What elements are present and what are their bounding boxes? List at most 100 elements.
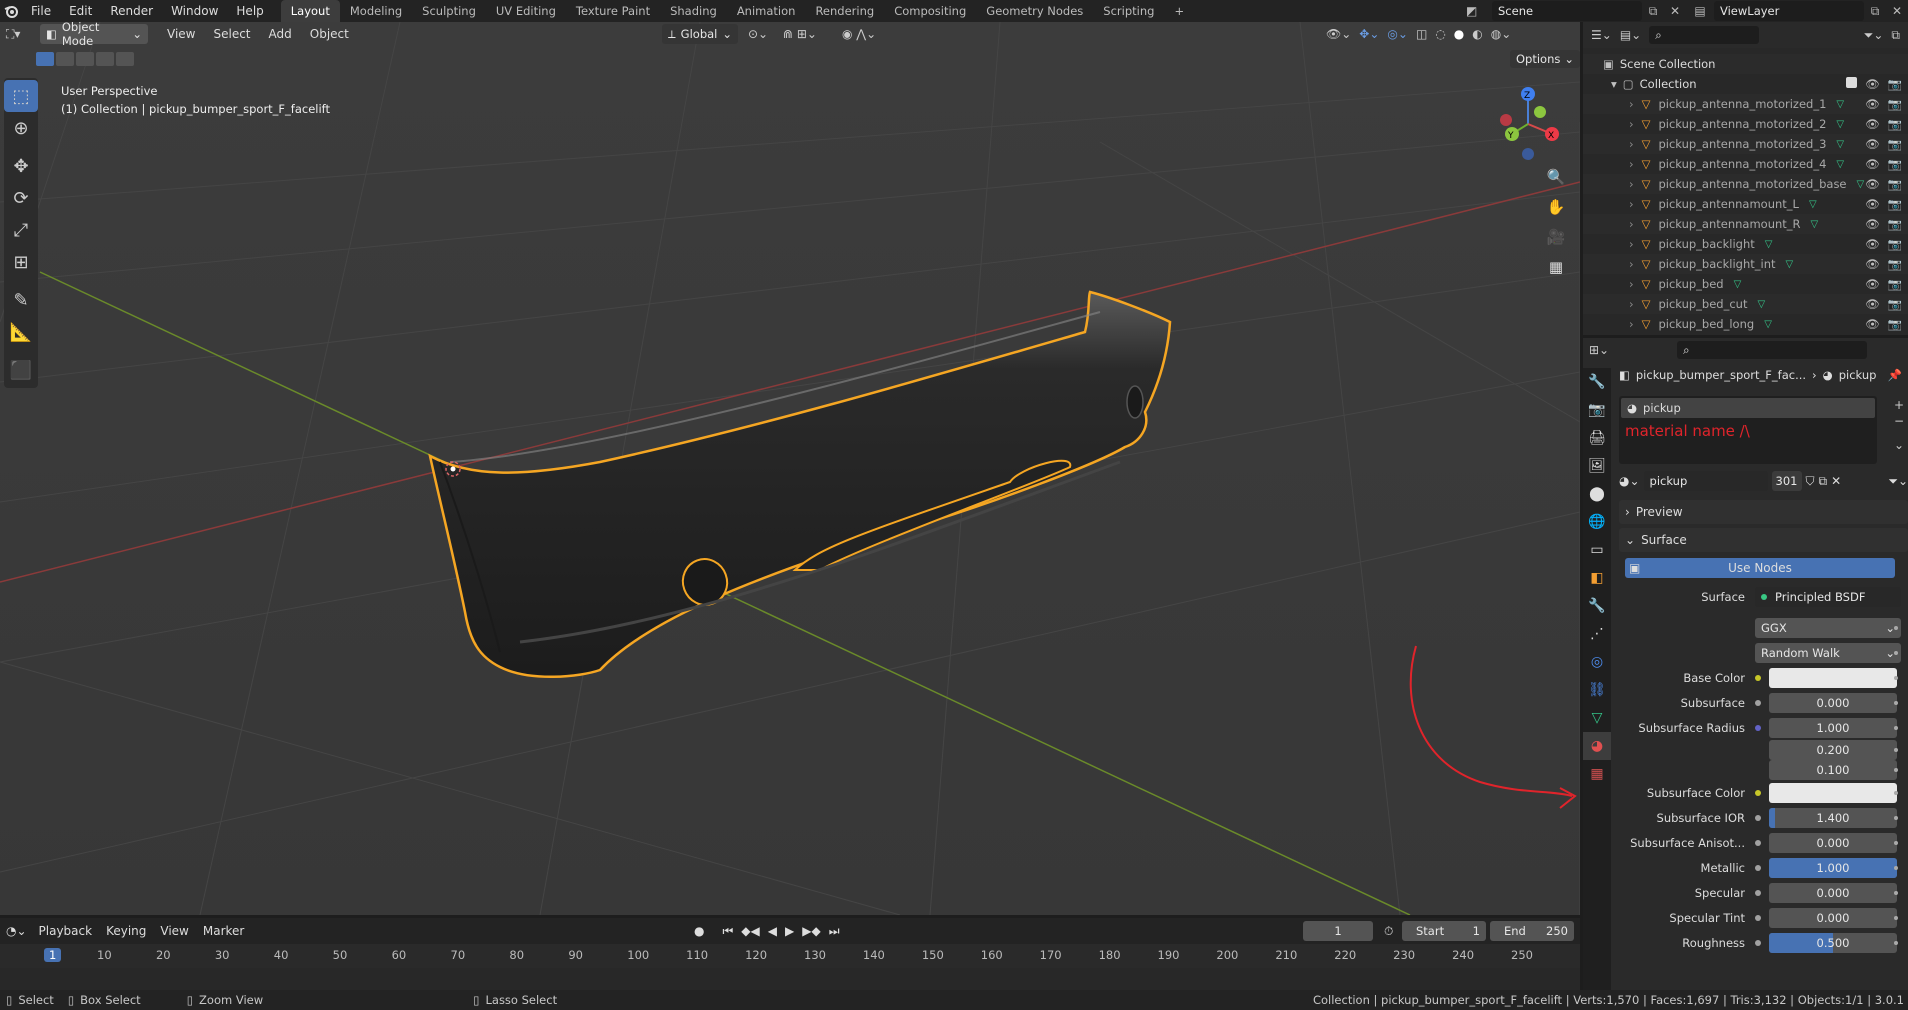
keyframe-dot-icon[interactable] [1894,915,1898,920]
keyframe-dot-icon[interactable] [1894,940,1898,945]
timeline-editor-icon[interactable]: ◔⌄ [6,924,27,938]
duplicate-icon[interactable]: ⧉ [1819,474,1828,489]
camera-icon[interactable]: 📷 [1888,297,1902,311]
expand-arrow-icon[interactable]: › [1629,237,1634,251]
camera-icon[interactable]: 📷 [1888,117,1902,131]
keyframe-dot-icon[interactable] [1894,625,1898,630]
scene-field[interactable]: Scene [1492,1,1642,21]
eye-icon[interactable]: 👁 [1865,177,1880,191]
outliner-item[interactable]: › ▽ pickup_antenna_motorized_4 ▽ 👁 📷 [1583,154,1908,174]
eye-icon[interactable]: 👁 [1865,297,1880,311]
color-swatch[interactable] [1769,782,1897,803]
surface-panel-header[interactable]: ⌄ Surface [1619,528,1908,552]
new-collection-icon[interactable]: ⧉ [1891,28,1900,43]
outliner-item[interactable]: › ▽ pickup_antennamount_L ▽ 👁 📷 [1583,194,1908,214]
expand-arrow-icon[interactable]: › [1629,177,1634,191]
proportional-edit-icon[interactable]: ◉ ⋀⌄ [842,27,876,41]
display-mode-icon[interactable]: ▤⌄ [1620,28,1641,42]
transform-orientation-dropdown[interactable]: ⟂ Global ⌄ [662,24,738,44]
camera-icon[interactable]: 📷 [1888,197,1902,211]
end-frame-field[interactable]: End 250 [1490,921,1574,941]
keyframe-dot-icon[interactable] [1894,768,1898,772]
scene-tab-icon[interactable]: ⬤ [1583,480,1611,508]
preview-panel-header[interactable]: › Preview [1619,500,1908,524]
menu-file[interactable]: File [22,0,60,22]
select-extend-icon[interactable] [56,52,74,66]
number-field[interactable]: 0.000 [1769,882,1897,903]
frame-ruler[interactable]: 1 10 20 30 40 50 60 70 80 90 100 110 120 130 140 150 160… [0,944,1580,968]
keyframe-dot-icon[interactable] [1894,700,1898,705]
world-tab-icon[interactable]: 🌐 [1583,508,1611,536]
node-link-icon[interactable]: ⏷⌄ [1888,474,1908,489]
add-workspace-icon[interactable]: + [1164,0,1194,22]
blender-logo-icon[interactable] [0,0,22,22]
timeline-menu-playback[interactable]: Playback [33,920,99,942]
cursor-tool-icon[interactable]: ⊕ [4,112,38,144]
use-nodes-button[interactable]: ▣ Use Nodes [1625,558,1895,578]
object-tab-icon[interactable]: ◧ [1583,564,1611,592]
eye-icon[interactable]: 👁 [1865,137,1880,151]
workspace-tab-scripting[interactable]: Scripting [1093,0,1164,22]
close-icon[interactable]: ✕ [1664,4,1686,18]
gizmo-icon[interactable]: ✥⌄ [1359,27,1379,41]
eye-icon[interactable]: 👁 [1865,237,1880,251]
workspace-tab-compositing[interactable]: Compositing [884,0,976,22]
timeline-menu-view[interactable]: View [154,920,194,942]
eye-icon[interactable]: 👁 [1865,317,1880,331]
outliner-item[interactable]: › ▽ pickup_backlight_int ▽ 👁 📷 [1583,254,1908,274]
chevron-down-icon[interactable]: ⌄ [1894,438,1904,452]
outliner-item[interactable]: › ▽ pickup_bed_long ▽ 👁 📷 [1583,314,1908,334]
viewport-menu-view[interactable]: View [158,23,204,45]
data-tab-icon[interactable]: ▽ [1583,704,1611,732]
eye-icon[interactable]: 👁 [1865,257,1880,271]
camera-icon[interactable]: 📷 [1888,157,1902,171]
menu-help[interactable]: Help [227,0,272,22]
move-tool-icon[interactable]: ✥ [4,150,38,182]
collection-row[interactable]: ▾ ▢ Collection 👁 📷 [1583,74,1908,94]
workspace-tab-uv-editing[interactable]: UV Editing [486,0,566,22]
workspace-tab-layout[interactable]: Layout [280,0,340,22]
camera-icon[interactable]: 📷 [1888,277,1902,291]
number-field[interactable]: 1.000 [1769,857,1897,878]
menu-render[interactable]: Render [101,0,162,22]
fake-user-shield-icon[interactable]: ⛉ [1806,474,1815,489]
copy-icon[interactable]: ⧉ [1642,4,1664,19]
workspace-tab-geometry-nodes[interactable]: Geometry Nodes [976,0,1093,22]
number-field[interactable]: 0.200 [1769,740,1897,760]
keyframe-dot-icon[interactable] [1894,840,1898,845]
material-tab-icon[interactable]: ◕ [1583,732,1611,760]
eye-icon[interactable]: 👁 [1865,197,1880,211]
keyframe-dot-icon[interactable] [1894,725,1898,730]
expand-arrow-icon[interactable]: › [1629,117,1634,131]
outliner-item[interactable]: › ▽ pickup_backlight ▽ 👁 📷 [1583,234,1908,254]
scene-icon[interactable]: ◩ [1466,4,1492,18]
record-icon[interactable]: ● [694,924,704,938]
camera-icon[interactable]: 📷 [1888,257,1902,271]
outliner-item[interactable]: › ▽ pickup_antenna_motorized_2 ▽ 👁 📷 [1583,114,1908,134]
xray-icon[interactable]: ◫ [1416,27,1427,41]
camera-icon[interactable]: 🎥 [1543,224,1569,250]
expand-arrow-icon[interactable]: › [1629,277,1634,291]
expand-arrow-icon[interactable]: › [1629,257,1634,271]
outliner-item[interactable]: › ▽ pickup_bed_cut ▽ 👁 📷 [1583,294,1908,314]
prev-keyframe-icon[interactable]: ◆◀ [741,924,759,938]
keyframe-dot-icon[interactable] [1894,815,1898,820]
render-tab-icon[interactable]: 📷 [1583,396,1611,424]
pivot-icon[interactable]: ⊙⌄ [748,27,768,41]
viewport-menu-add[interactable]: Add [260,23,301,45]
material-shading-icon[interactable]: ◐ [1472,27,1482,41]
current-frame-field[interactable]: 1 [1303,921,1373,941]
eye-icon[interactable]: 👁 [1865,97,1880,111]
camera-icon[interactable]: 📷 [1888,177,1902,191]
properties-search-input[interactable]: ⌕ [1677,341,1868,359]
menu-edit[interactable]: Edit [60,0,101,22]
copy-icon[interactable]: ⧉ [1864,4,1886,19]
mode-dropdown[interactable]: ◧ Object Mode ⌄ [40,22,148,48]
stopwatch-icon[interactable]: ⏱ [1384,924,1393,939]
outliner-item[interactable]: › ▽ pickup_antenna_motorized_3 ▽ 👁 📷 [1583,134,1908,154]
remove-slot-icon[interactable]: − [1894,414,1904,428]
properties-editor-icon[interactable]: ⊞⌄ [1589,343,1609,357]
expand-arrow-icon[interactable]: › [1629,297,1634,311]
select-new-icon[interactable] [36,52,54,66]
outliner-search-input[interactable]: ⌕ [1649,26,1760,44]
